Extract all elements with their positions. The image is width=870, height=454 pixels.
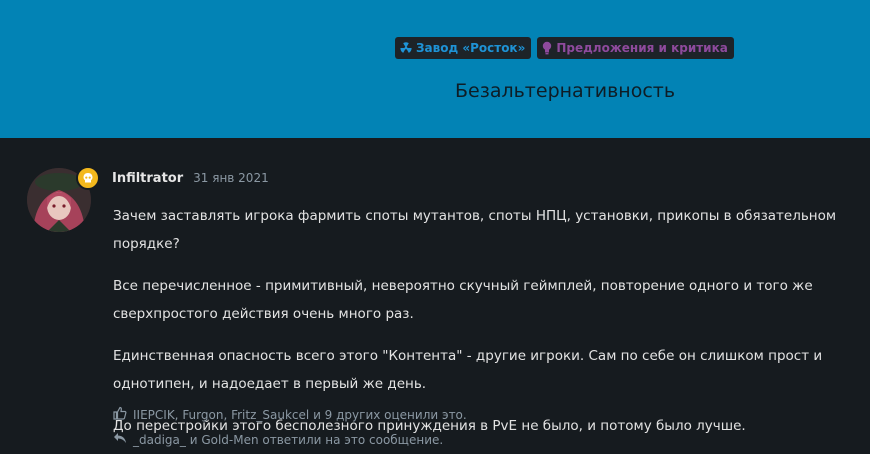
forum-post: Infiltrator 31 янв 2021 Зачем заставлять… [0,138,870,452]
post-date[interactable]: 31 янв 2021 [193,171,269,185]
username[interactable]: Infiltrator [112,171,183,186]
tag-label: Завод «Росток» [416,41,526,55]
likes-users-link[interactable]: IIEPCIK, Furgon, Fritz_Saukcel [133,408,309,422]
thumbs-up-icon [113,406,127,423]
topic-header: Завод «Росток» Предложения и критика Без… [0,0,870,138]
replies-line: _dadiga_ и Gold-Men ответили на это сооб… [113,432,443,447]
radiation-icon [399,41,413,55]
post-author: Infiltrator 31 янв 2021 [112,171,269,186]
likes-text[interactable]: и 9 других оценили это. [313,408,467,422]
likes-line: IIEPCIK, Furgon, Fritz_Saukcel и 9 други… [113,406,467,423]
lightbulb-icon [541,41,553,55]
topic-tags: Завод «Росток» Предложения и критика [395,37,734,59]
post-paragraph: Все перечисленное - примитивный, невероя… [113,278,813,322]
user-badge [76,166,100,190]
tag-predlozheniya[interactable]: Предложения и критика [537,37,734,59]
tag-label: Предложения и критика [556,41,728,55]
topic-title: Безальтернативность [455,80,676,102]
post-paragraph: Единственная опасность всего этого "Конт… [113,348,823,392]
replies-text[interactable]: _dadiga_ и Gold-Men ответили на это сооб… [133,433,443,447]
post-paragraph: Зачем заставлять игрока фармить споты му… [113,208,837,252]
reply-arrow-icon [113,432,127,447]
tag-zavod-rostok[interactable]: Завод «Росток» [395,37,532,59]
skull-icon [82,169,94,188]
